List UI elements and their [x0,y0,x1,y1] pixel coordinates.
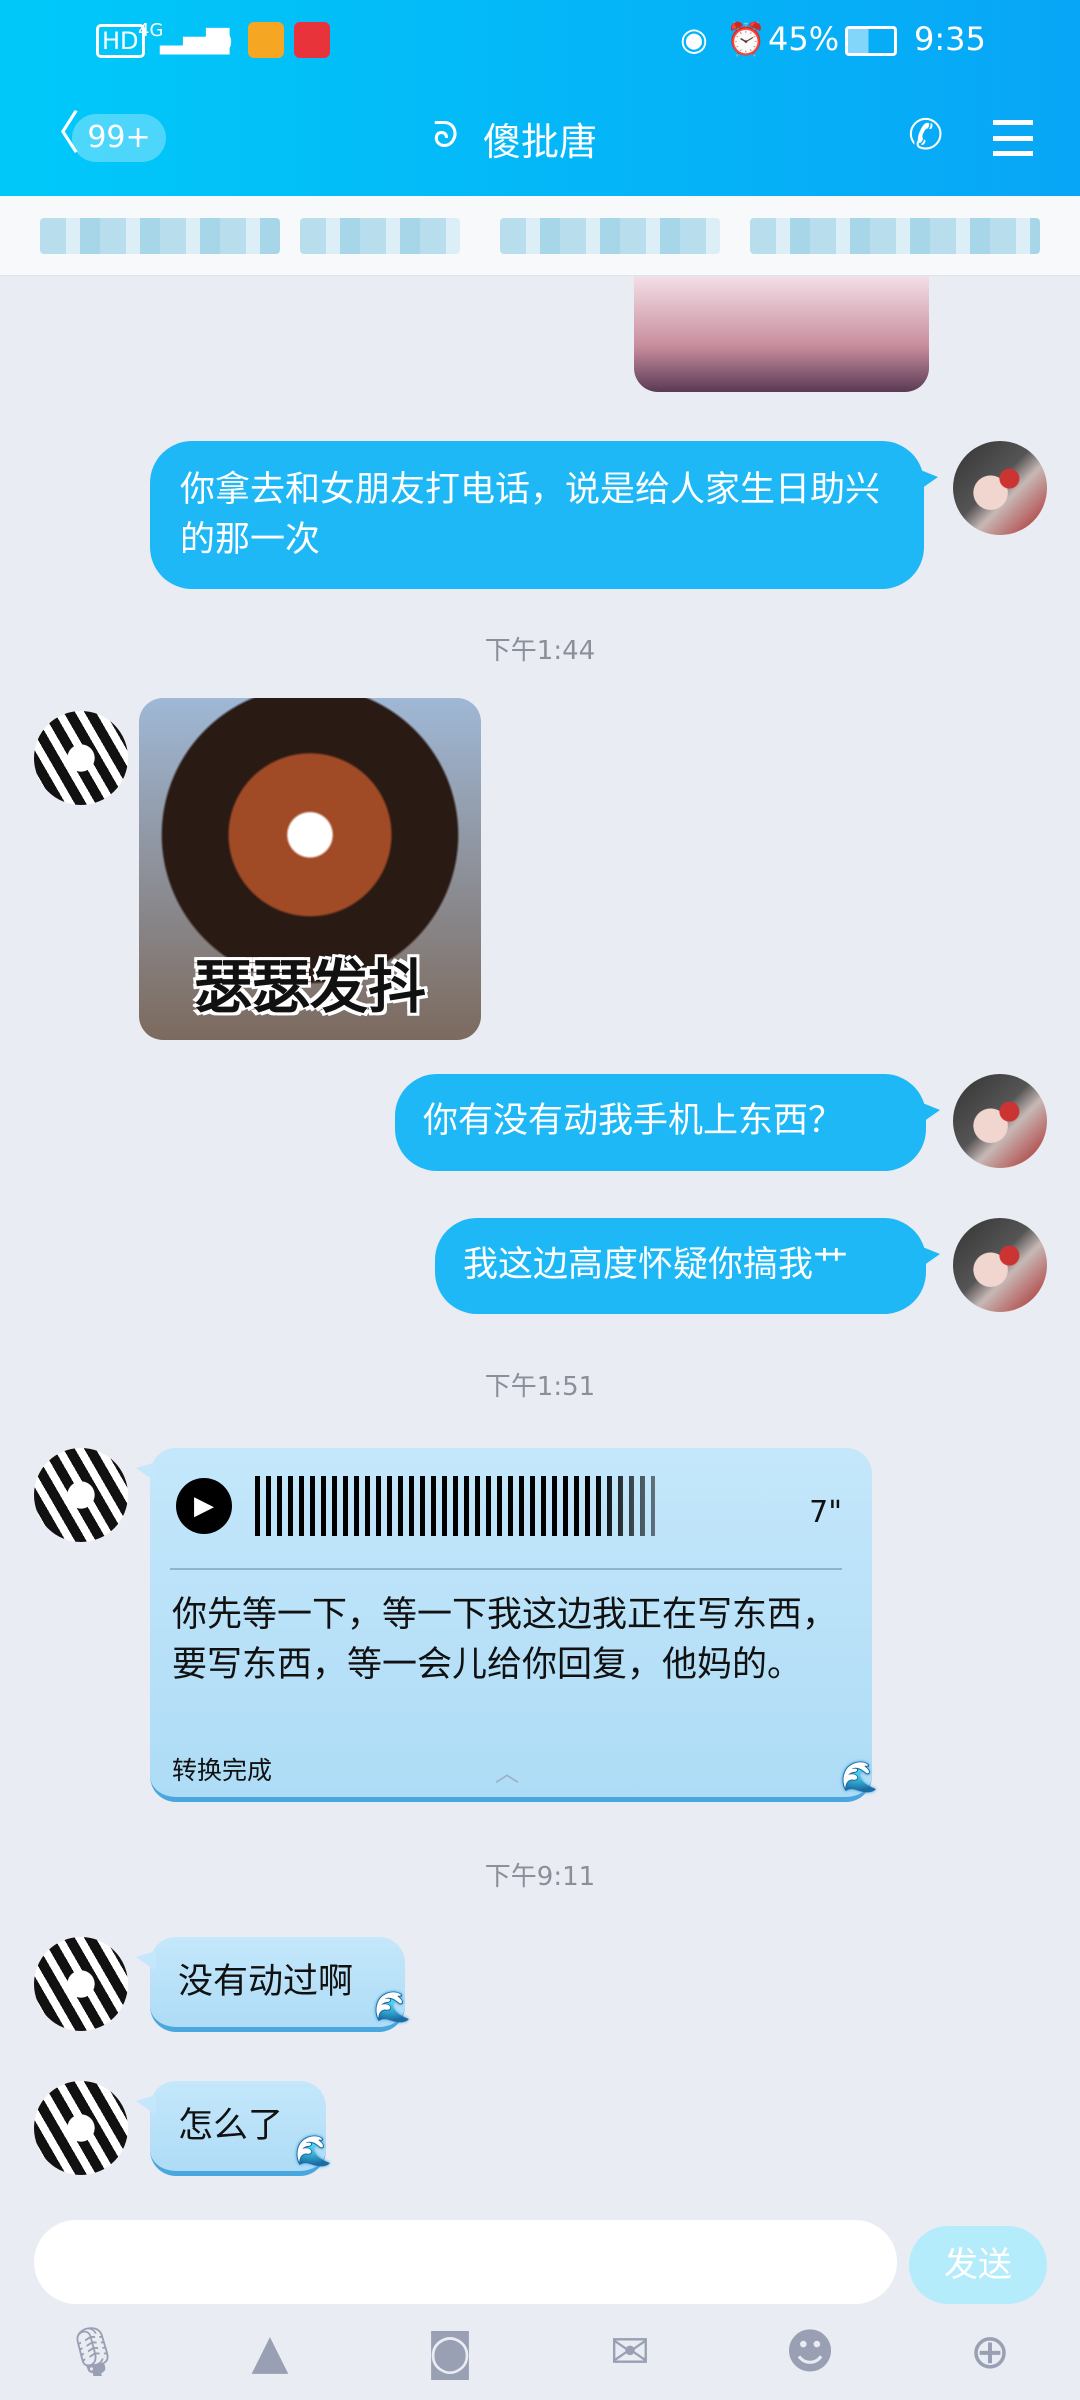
send-button[interactable]: 发送 [909,2226,1047,2304]
message-text: 你有没有动我手机上东西？ [423,1101,844,1141]
message-text: 你拿去和女朋友打电话，说是给人家生日助兴的那一次 [180,470,881,560]
message-text: 我这边高度怀疑你搞我艹 [463,1245,849,1285]
clock: 9:35 [914,20,986,58]
my-avatar[interactable] [953,1074,1047,1168]
sticker-caption: 瑟瑟发抖 [193,953,426,1021]
battery-percent: 45% [768,20,840,58]
collapse-icon[interactable]: ︿ [495,1748,519,1798]
qidian-icon [294,22,330,58]
eye-icon: ◉ [680,20,708,58]
pinned-notice-bar[interactable] [0,196,1080,276]
image-icon[interactable]: ▲ [242,2324,298,2380]
globe-icon: ◍ [205,20,233,58]
message-outgoing[interactable]: 我这边高度怀疑你搞我艹 [435,1218,940,1314]
red-panda-sticker[interactable]: 瑟瑟发抖 [139,698,481,1040]
my-avatar[interactable] [953,441,1047,535]
transcribe-status: 转换完成 [172,1756,273,1785]
red-envelope-icon[interactable]: ✉ [602,2324,658,2380]
wave-decoration-icon: 🌊 [294,2134,332,2169]
menu-icon[interactable] [993,120,1033,156]
divider [170,1568,842,1570]
page-title: 傻批唐 [483,120,598,164]
message-incoming[interactable]: 没有动过啊 🌊 [136,1937,411,2032]
alarm-icon: ⏰ [726,20,766,58]
friend-avatar[interactable] [34,2081,128,2175]
microphone-icon[interactable]: 🎙 [62,2324,123,2380]
camera-icon[interactable]: ◙ [422,2324,478,2380]
phone-icon[interactable]: ✆ [908,110,943,159]
emoji-icon[interactable]: ☻ [782,2324,838,2380]
ear-icon[interactable]: ᘐ [433,115,458,157]
friend-avatar[interactable] [34,1937,128,2031]
voice-message[interactable]: ▶ 7" 你先等一下，等一下我这边我正在写东西，要写东西，等一会儿给你回复，他妈… [136,1448,878,1802]
unread-badge[interactable]: 99+ [72,114,166,162]
wave-decoration-icon: 🌊 [840,1760,878,1795]
message-outgoing[interactable]: 你有没有动我手机上东西？ [395,1074,940,1171]
timestamp: 下午1:51 [484,1372,596,1402]
message-text: 没有动过啊 [178,1962,354,2002]
plus-icon[interactable]: ⊕ [962,2324,1018,2380]
anime-image-message[interactable] [634,276,929,392]
play-icon[interactable]: ▶ [176,1478,232,1534]
friend-avatar[interactable] [34,711,128,805]
my-avatar[interactable] [953,1218,1047,1312]
voice-duration: 7" [809,1495,842,1530]
message-incoming[interactable]: 怎么了 🌊 [136,2081,332,2176]
weibo-icon [248,22,284,58]
timestamp: 下午1:44 [484,636,596,666]
voice-transcript: 你先等一下，等一下我这边我正在写东西，要写东西，等一会儿给你回复，他妈的。 [172,1595,838,1685]
message-input[interactable] [34,2220,897,2304]
timestamp: 下午9:11 [484,1862,596,1892]
message-text: 怎么了 [178,2106,284,2146]
waveform [255,1476,655,1536]
wave-decoration-icon: 🌊 [373,1990,411,2025]
battery-icon [845,26,897,56]
message-outgoing[interactable]: 你拿去和女朋友打电话，说是给人家生日助兴的那一次 [150,441,938,589]
top-bar: HD 4G ▂▄▆ ◍ ◉ ⏰ 45% 9:35 〈 99+ ᘐ 傻批唐 ✆ [0,0,1080,196]
friend-avatar[interactable] [34,1448,128,1542]
